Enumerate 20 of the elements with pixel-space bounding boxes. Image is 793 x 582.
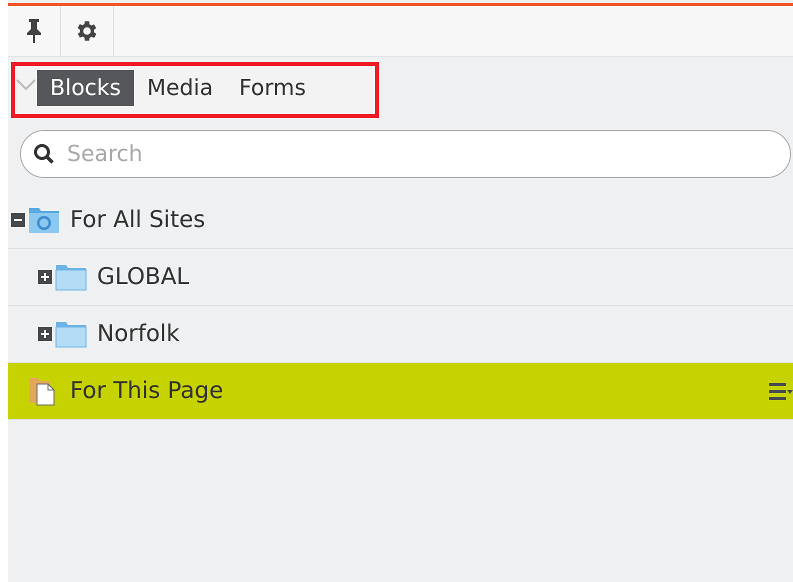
folder-icon (55, 320, 87, 348)
tree-row[interactable]: For This Page (8, 363, 793, 420)
expand-icon[interactable] (38, 270, 52, 284)
tab[interactable]: Media (134, 70, 226, 106)
collapse-icon[interactable] (11, 213, 25, 227)
menu-icon[interactable] (769, 382, 793, 400)
search-field[interactable]: Search (20, 130, 791, 178)
tree-label: For This Page (70, 378, 224, 404)
pin-icon (25, 18, 43, 44)
tree-label: GLOBAL (97, 264, 190, 290)
tab[interactable]: Blocks (37, 70, 134, 106)
tree-label: For All Sites (70, 207, 206, 233)
tree-label: Norfolk (97, 321, 180, 347)
globe-folder-icon (28, 206, 60, 234)
tree-row[interactable]: For All Sites (8, 192, 793, 249)
tab[interactable]: Forms (226, 70, 319, 106)
search-icon (33, 143, 55, 165)
tree-row[interactable]: GLOBAL (8, 249, 793, 306)
folder-icon (55, 263, 87, 291)
expand-icon[interactable] (38, 327, 52, 341)
